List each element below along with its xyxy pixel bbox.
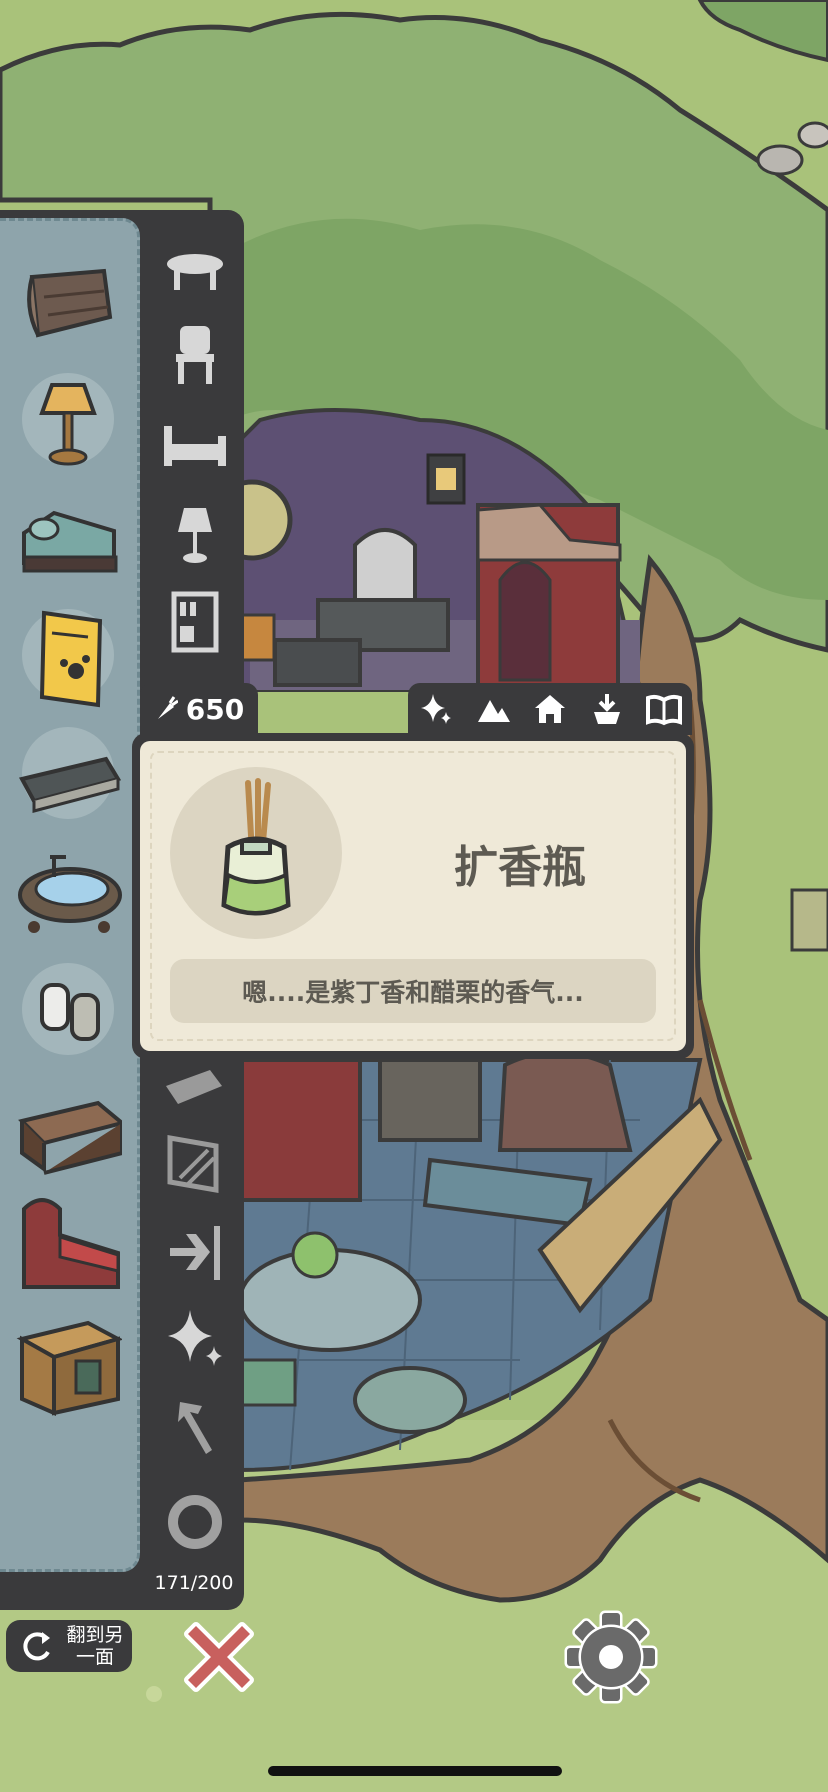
door-icon [170, 1226, 220, 1280]
category-lamp[interactable] [160, 502, 230, 566]
gear-icon [564, 1610, 658, 1704]
gothic-bed-icon [22, 1198, 120, 1289]
inventory-item-salt-pepper-shakers[interactable] [14, 955, 122, 1063]
category-bookshelf[interactable] [160, 590, 230, 654]
bathtub-icon [18, 855, 122, 933]
carrot-icon [157, 696, 178, 719]
flip-side-label: 翻到另一面 [66, 1624, 124, 1668]
inventory-item-table-lamp[interactable] [14, 365, 122, 473]
chair-icon [176, 326, 214, 384]
inventory-item-yellow-poster[interactable] [14, 601, 122, 709]
chaise-sofa-icon [22, 510, 118, 573]
bench-icon [18, 756, 122, 813]
tab-collection[interactable] [644, 689, 684, 729]
category-decoration[interactable] [160, 1306, 230, 1370]
floor-icon [166, 1070, 222, 1104]
settings-button[interactable] [562, 1608, 660, 1706]
flip-side-button[interactable]: 翻到另一面 [6, 1620, 132, 1672]
crate-shelf-icon [16, 1320, 124, 1417]
category-chair[interactable] [160, 322, 230, 386]
inventory-item-clawfoot-bathtub[interactable] [14, 837, 122, 945]
item-info-card: 扩香瓶 嗯....是紫丁香和醋栗的香气... [132, 733, 694, 1059]
inventory-item-green-chaise-sofa[interactable] [14, 483, 122, 591]
category-wall[interactable] [160, 1130, 230, 1194]
store-icon [593, 694, 620, 724]
table-lamp-icon [39, 383, 97, 466]
reed-diffuser-icon [221, 778, 291, 916]
shakers-icon [40, 983, 100, 1041]
lamp-icon [178, 508, 212, 563]
house-icon [534, 695, 565, 723]
category-bed[interactable] [160, 416, 230, 480]
wood-plank-rug-icon [27, 268, 113, 338]
sparkle-icon [421, 694, 452, 724]
inventory-count: 171/200 [154, 1572, 234, 1594]
category-floor[interactable] [160, 1060, 230, 1124]
category-door[interactable] [160, 1220, 230, 1284]
item-info-inner: 扩香瓶 嗯....是紫丁香和醋栗的香气... [140, 741, 686, 1051]
item-name: 扩香瓶 [454, 842, 586, 893]
inventory-item-marble-bench[interactable] [14, 719, 122, 827]
currency-display: 650 [140, 683, 258, 735]
coffee-table-icon [18, 1100, 127, 1175]
bookshelf-icon [171, 591, 219, 653]
currency-amount: 650 [185, 692, 245, 726]
inventory-item-wooden-coffee-table[interactable] [14, 1073, 127, 1181]
close-button[interactable] [172, 1610, 266, 1704]
table-icon [167, 254, 223, 290]
ring-icon [168, 1495, 222, 1549]
tab-decorate[interactable] [416, 689, 456, 729]
item-portrait [170, 767, 342, 939]
poster-icon [39, 610, 103, 708]
inventory-item-wood-plank-rug[interactable] [14, 247, 122, 355]
bed-icon [164, 426, 226, 466]
home-indicator[interactable] [268, 1766, 562, 1776]
mode-tabs [408, 683, 692, 735]
inventory-item-red-gothic-bed[interactable] [14, 1191, 122, 1299]
category-table[interactable] [160, 240, 230, 304]
category-tools[interactable] [160, 1392, 230, 1456]
inventory-item-wooden-crate-shelf[interactable] [14, 1309, 124, 1417]
category-ring[interactable] [160, 1490, 230, 1554]
book-icon [645, 694, 682, 726]
rotate-icon [23, 1632, 50, 1661]
tab-store[interactable] [587, 689, 627, 729]
tab-outdoor[interactable] [473, 689, 513, 729]
wall-icon [167, 1135, 219, 1193]
item-description: 嗯....是紫丁香和醋栗的香气... [170, 959, 656, 1023]
tab-home[interactable] [530, 689, 570, 729]
mountain-icon [478, 700, 511, 722]
close-icon [184, 1622, 254, 1692]
inventory-item-list[interactable] [0, 218, 140, 1572]
tools-icon [178, 1402, 212, 1454]
sparkle-icon [168, 1310, 222, 1366]
